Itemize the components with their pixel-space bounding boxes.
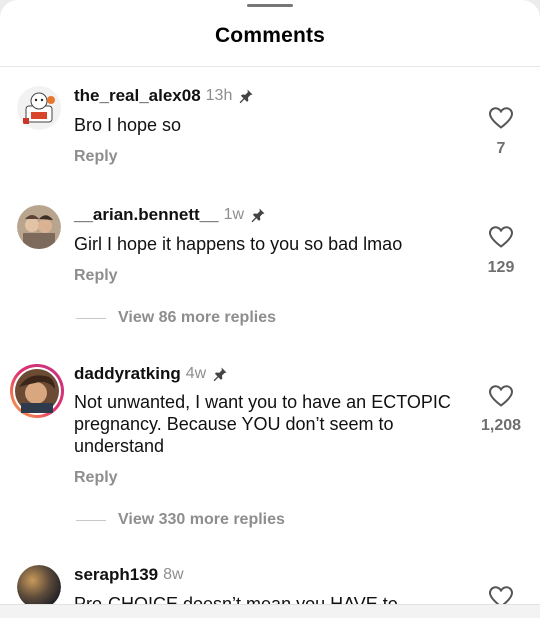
comment-text: Not unwanted, I want you to have an ECTO…: [74, 392, 451, 456]
view-more-replies-button[interactable]: View 86 more replies: [118, 309, 276, 327]
avatar[interactable]: [17, 86, 61, 130]
comment-header: daddyratking 4w: [74, 364, 228, 384]
comment-header: seraph139 8w: [74, 565, 184, 585]
pushpin-icon: [239, 89, 253, 104]
avatar[interactable]: [17, 205, 61, 249]
like-count: 1,208: [480, 417, 522, 434]
username-link[interactable]: daddyratking: [74, 364, 181, 384]
heart-outline-icon[interactable]: [488, 225, 514, 249]
username-link[interactable]: seraph139: [74, 565, 158, 585]
avatar-story-ring[interactable]: [9, 363, 65, 419]
like-count: 7: [496, 140, 506, 157]
comment-timestamp: 4w: [185, 365, 207, 382]
username-link[interactable]: __arian.bennett__: [74, 205, 219, 225]
replies-divider: [76, 318, 106, 319]
drag-handle[interactable]: [247, 4, 293, 7]
comment-input-bar-edge: [0, 604, 540, 618]
comment-timestamp: 13h: [205, 87, 233, 104]
comment-text: Girl I hope it happens to you so bad lma…: [74, 234, 403, 254]
sheet-title: Comments: [214, 24, 326, 47]
reply-button[interactable]: Reply: [74, 469, 118, 487]
comment-text: Bro I hope so: [74, 115, 182, 135]
like-count: 129: [487, 259, 515, 276]
avatar[interactable]: [17, 565, 61, 609]
username-link[interactable]: the_real_alex08: [74, 86, 201, 106]
reply-button[interactable]: Reply: [74, 148, 118, 166]
heart-outline-icon[interactable]: [488, 384, 514, 408]
comment-timestamp: 1w: [223, 206, 245, 223]
view-more-replies-button[interactable]: View 330 more replies: [118, 511, 285, 529]
header-divider: [0, 66, 540, 67]
comment-timestamp: 8w: [163, 566, 184, 583]
comments-sheet: Comments the_real_alex08 13h Bro I hope …: [0, 0, 540, 618]
pushpin-icon: [213, 367, 227, 382]
comment-header: the_real_alex08 13h: [74, 86, 254, 106]
reply-button[interactable]: Reply: [74, 267, 118, 285]
pushpin-icon: [251, 208, 265, 223]
heart-outline-icon[interactable]: [488, 106, 514, 130]
comment-header: __arian.bennett__ 1w: [74, 205, 266, 225]
replies-divider: [76, 520, 106, 521]
